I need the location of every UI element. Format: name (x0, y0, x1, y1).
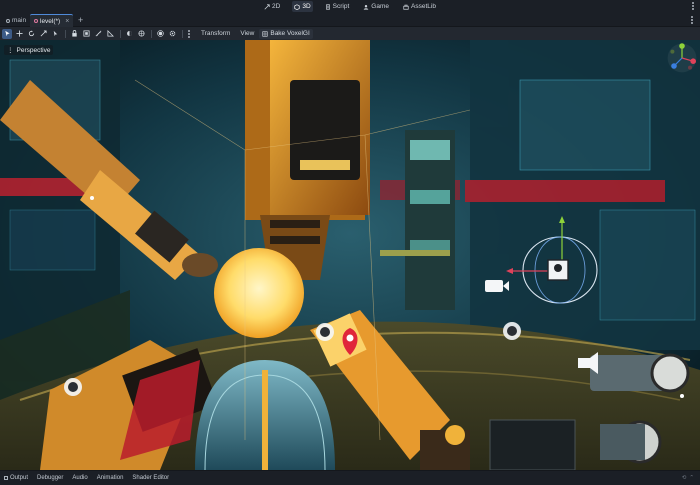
scene-icon (34, 19, 38, 23)
shader-editor-panel-button[interactable]: Shader Editor (132, 475, 169, 481)
script-icon (325, 3, 330, 10)
environment-preview-button[interactable] (136, 29, 146, 39)
group-button[interactable] (81, 29, 91, 39)
top-right-controls (692, 2, 694, 10)
scale-tool-button[interactable] (38, 29, 48, 39)
tab-main-label: main (12, 17, 27, 24)
close-icon[interactable]: × (65, 18, 69, 25)
gizmo-icon (156, 30, 164, 37)
sun-icon (126, 31, 132, 36)
bake-voxelgi-label: Bake VoxelGI (270, 30, 310, 37)
2d-icon (264, 3, 270, 10)
scene-icon (6, 18, 10, 23)
perspective-menu-button[interactable]: ⋮ Perspective (4, 45, 54, 55)
group-icon (82, 30, 90, 37)
toolbar-separator (120, 29, 121, 38)
tab-level[interactable]: level(*) × (30, 14, 74, 27)
scene-render (0, 40, 700, 470)
version-indicator: ⟲ ⌃ (682, 475, 694, 481)
select-tool-button[interactable] (2, 28, 12, 39)
toolbar-separator (182, 29, 183, 38)
kebab-menu-icon[interactable] (692, 2, 694, 10)
view-menu[interactable]: View (240, 30, 254, 37)
game-icon (364, 4, 369, 10)
voxelgi-icon (262, 30, 268, 37)
workspace-assetlib-button[interactable]: AssetLib (401, 1, 438, 12)
add-tab-icon[interactable]: + (78, 15, 83, 25)
more-options-icon[interactable] (188, 29, 190, 38)
selectable-tool-button[interactable] (50, 29, 60, 39)
move-icon (15, 30, 23, 37)
snap-icon (106, 30, 114, 37)
rotate-icon (28, 30, 34, 37)
debugger-panel-button[interactable]: Debugger (37, 475, 63, 481)
output-label: Output (10, 475, 29, 481)
workspace-script-label: Script (332, 3, 350, 10)
pointer-icon (53, 30, 57, 37)
light-icon-2 (503, 322, 521, 340)
rotate-tool-button[interactable] (26, 29, 36, 39)
light-sphere (214, 248, 304, 338)
toolbar-separator (65, 29, 66, 38)
view-orientation-gizmo[interactable] (666, 42, 698, 74)
workspace-assetlib-label: AssetLib (411, 3, 436, 10)
lock-icon (71, 30, 77, 37)
tab-options-icon[interactable] (691, 16, 693, 24)
animation-panel-button[interactable]: Animation (97, 475, 124, 481)
sun-preview-button[interactable] (124, 29, 134, 39)
workspace-bar: 2D 3D Script Game AssetLib (0, 0, 700, 13)
lock-button[interactable] (69, 29, 79, 39)
snap-button[interactable] (105, 29, 115, 39)
workspace-2d-label: 2D (272, 3, 281, 10)
workspace-script-button[interactable]: Script (323, 1, 352, 12)
workspace-game-label: Game (371, 3, 389, 10)
bake-voxelgi-button[interactable]: Bake VoxelGI (259, 28, 313, 39)
ruler-icon (95, 30, 101, 37)
cursor-icon (4, 30, 10, 37)
workspace-2d-button[interactable]: 2D (262, 1, 282, 12)
move-tool-button[interactable] (14, 29, 24, 39)
output-icon (4, 476, 8, 480)
workspace-3d-label: 3D (302, 3, 311, 10)
ruler-button[interactable] (93, 29, 103, 39)
hamburger-icon: ⋮ (7, 47, 14, 54)
assetlib-icon (403, 4, 409, 10)
light-icon-1 (316, 323, 334, 341)
transform-menu[interactable]: Transform (201, 30, 230, 37)
light-icon-3 (64, 378, 82, 396)
toolbar-separator (151, 29, 152, 38)
workspace-game-button[interactable]: Game (361, 1, 391, 12)
viewport-toolbar: Transform View Bake VoxelGI (0, 27, 700, 40)
3d-viewport[interactable]: ⋮ Perspective (0, 40, 700, 470)
gear-icon (169, 30, 175, 37)
tab-main[interactable]: main (2, 14, 30, 27)
scene-tab-bar: main level(*) × + (0, 13, 700, 27)
3d-icon (294, 3, 300, 10)
audio-panel-button[interactable]: Audio (72, 475, 87, 481)
workspace-switcher: 2D 3D Script Game AssetLib (0, 0, 700, 13)
bottom-panel-bar: Output Debugger Audio Animation Shader E… (0, 470, 700, 485)
tab-level-label: level(*) (40, 17, 61, 25)
globe-icon (137, 30, 145, 37)
expand-icon[interactable]: ⌃ (689, 475, 694, 481)
gizmo-settings-button[interactable] (155, 29, 165, 39)
history-icon: ⟲ (681, 475, 687, 481)
workspace-3d-button[interactable]: 3D (292, 1, 313, 12)
perspective-label: Perspective (16, 46, 51, 54)
settings-button[interactable] (167, 29, 177, 39)
scale-icon (40, 30, 47, 37)
output-panel-button[interactable]: Output (4, 475, 28, 481)
